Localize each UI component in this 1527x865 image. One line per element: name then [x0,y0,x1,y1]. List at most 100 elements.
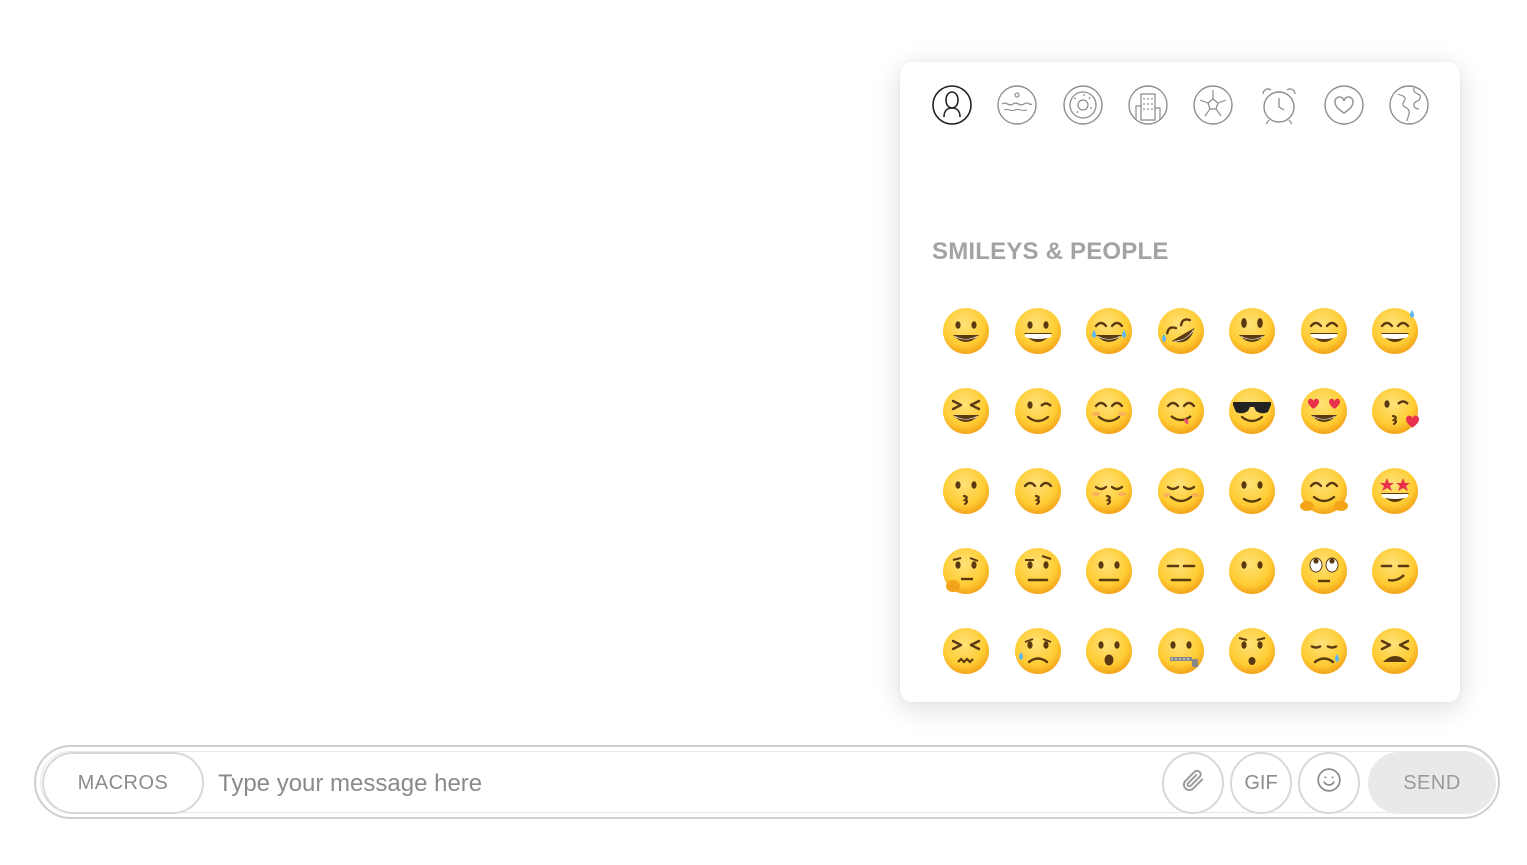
emoji-slightly-smiling[interactable] [1225,464,1279,518]
rofl-emoji-icon [1157,308,1204,354]
emoji-smile[interactable] [1297,304,1351,358]
slightly-smiling-emoji-icon [1229,468,1275,514]
gif-button[interactable]: GIF [1230,752,1292,814]
emoji-blush[interactable] [1082,384,1136,438]
emoji-expressionless[interactable] [1154,544,1208,598]
emoji-joy[interactable] [1082,304,1136,358]
no-mouth-emoji-icon [1229,548,1275,594]
smiley-icon [1316,767,1342,799]
nature-icon [997,85,1037,125]
disappointed-relieved-emoji-icon [1014,628,1061,674]
emoji-persevere[interactable] [939,624,993,678]
person-icon [932,85,972,125]
smirk-emoji-icon [1372,548,1418,594]
donut-icon [1062,85,1103,125]
kissing-smiling-eyes-emoji-icon [1014,468,1061,514]
emoji-thinking[interactable] [939,544,993,598]
kissing-closed-eyes-emoji-icon [1086,468,1132,514]
emoji-kissing-smiling-eyes[interactable] [1011,464,1065,518]
emoji-raised-eyebrow[interactable] [1011,544,1065,598]
emoji-tired[interactable] [1368,624,1422,678]
emoji-smiley[interactable] [1225,304,1279,358]
category-tab-symbols[interactable] [1323,84,1365,126]
open-mouth-emoji-icon [1086,628,1132,674]
neutral-emoji-icon [1086,548,1132,594]
relaxed-emoji-icon [1157,468,1204,514]
category-tab-activity[interactable] [1192,84,1234,126]
emoji-neutral[interactable] [1082,544,1136,598]
emoji-wink[interactable] [1011,384,1065,438]
emoji-smirk[interactable] [1368,544,1422,598]
building-icon [1128,85,1168,125]
emoji-heart-eyes[interactable] [1297,384,1351,438]
emoji-no-mouth[interactable] [1225,544,1279,598]
zipper-mouth-emoji-icon [1157,628,1204,674]
grin-emoji-icon [1014,308,1061,354]
emoji-rolling-eyes[interactable] [1297,544,1351,598]
emoji-yum[interactable] [1154,384,1208,438]
smiley-emoji-icon [1229,308,1275,354]
kissing-heart-emoji-icon [1372,388,1420,434]
sunglasses-emoji-icon [1229,388,1275,434]
emoji-hugging[interactable] [1297,464,1351,518]
attach-button[interactable] [1162,752,1224,814]
message-composer: MACROS GIF SEND [34,745,1500,819]
hushed-emoji-icon [1229,628,1275,674]
category-tab-objects[interactable] [1258,84,1300,126]
emoji-button[interactable] [1298,752,1360,814]
emoji-kissing-closed-eyes[interactable] [1082,464,1136,518]
emoji-hushed[interactable] [1225,624,1279,678]
emoji-kissing[interactable] [939,464,993,518]
wink-emoji-icon [1014,388,1061,434]
section-title: SMILEYS & PEOPLE [932,238,1169,265]
category-tab-travel-places[interactable] [1127,84,1169,126]
emoji-star-struck[interactable] [1368,464,1422,518]
rolling-eyes-emoji-icon [1300,548,1347,594]
emoji-relaxed[interactable] [1154,464,1208,518]
emoji-open-mouth[interactable] [1082,624,1136,678]
category-tab-food-drink[interactable] [1062,84,1104,126]
tired-emoji-icon [1372,628,1418,674]
heart-eyes-emoji-icon [1300,388,1347,434]
sleepy-emoji-icon [1300,628,1347,674]
emoji-kissing-heart[interactable] [1368,384,1422,438]
emoji-laughing[interactable] [939,384,993,438]
smile-emoji-icon [1300,308,1347,354]
joy-emoji-icon [1086,308,1132,354]
emoji-sleepy[interactable] [1297,624,1351,678]
blush-emoji-icon [1086,388,1132,434]
kissing-emoji-icon [943,468,989,514]
alarm-clock-icon [1261,88,1296,125]
laughing-emoji-icon [943,388,989,434]
category-tab-animals-nature[interactable] [996,84,1038,126]
macros-button[interactable]: MACROS [42,752,204,814]
emoji-grid: zZ [930,292,1440,702]
hugging-emoji-icon [1299,468,1348,514]
sweat-smile-emoji-icon [1372,308,1418,354]
thinking-emoji-icon [943,548,989,594]
emoji-grinning[interactable] [939,304,993,358]
emoji-category-bar [900,62,1460,152]
emoji-sweat-smile[interactable] [1368,304,1422,358]
paperclip-icon [1180,767,1206,799]
star-struck-emoji-icon [1372,468,1418,514]
emoji-disappointed-relieved[interactable] [1011,624,1065,678]
emoji-grin[interactable] [1011,304,1065,358]
emoji-sunglasses[interactable] [1225,384,1279,438]
yum-emoji-icon [1157,388,1204,434]
send-button[interactable]: SEND [1368,752,1496,814]
emoji-rofl[interactable] [1154,304,1208,358]
raised-eyebrow-emoji-icon [1014,548,1061,594]
category-tab-flags[interactable] [1388,84,1430,126]
grinning-emoji-icon [943,308,989,354]
soccer-ball-icon [1193,85,1233,125]
gif-label: GIF [1244,771,1278,794]
emoji-picker: SMILEYS & PEOPLE [900,62,1460,702]
emoji-zipper-mouth[interactable] [1154,624,1208,678]
expressionless-emoji-icon [1157,548,1204,594]
globe-icon [1389,85,1429,125]
persevere-emoji-icon [943,628,989,674]
category-tab-smileys-people[interactable] [931,84,973,126]
heart-icon [1324,85,1364,125]
message-input[interactable] [216,757,1120,811]
